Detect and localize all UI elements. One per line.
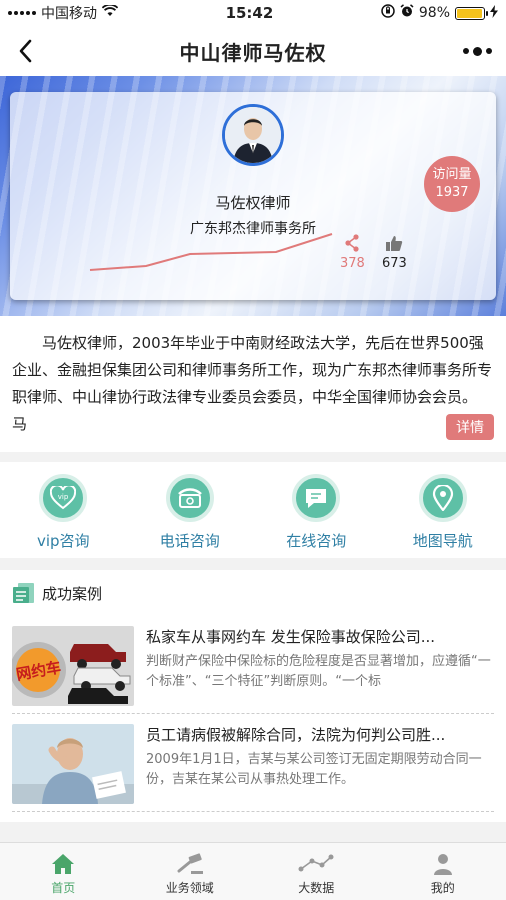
phone-icon [165, 474, 214, 522]
battery-percent: 98% [418, 5, 450, 21]
tab-mine[interactable]: 我的 [393, 843, 493, 900]
wifi-icon [101, 3, 119, 21]
chat-icon [292, 474, 341, 522]
tab-label: 业务领域 [165, 881, 214, 895]
case-title: 员工请病假被解除合同，法院为何判公司胜... [146, 726, 446, 744]
signal-icon [8, 11, 36, 15]
home-icon [52, 854, 75, 874]
section-header: 成功案例 [12, 570, 494, 616]
navigation-bar: 中山律师马佐权 [0, 26, 506, 76]
carrier-label: 中国移动 [41, 6, 97, 22]
user-icon [433, 854, 452, 875]
tab-label: 我的 [430, 881, 455, 895]
service-vip[interactable]: vip vip咨询 [8, 474, 118, 551]
back-button[interactable] [10, 36, 40, 66]
like-count: 673 [382, 256, 407, 271]
case-thumbnail: 网约车 [12, 626, 134, 706]
service-map[interactable]: 地图导航 [388, 474, 498, 551]
chevron-left-icon [19, 39, 32, 63]
vip-icon: vip [39, 474, 88, 522]
service-chat[interactable]: 在线咨询 [261, 474, 371, 551]
case-item[interactable]: 员工请病假被解除合同，法院为何判公司胜... 2009年1月1日，吉某与某公司签… [12, 714, 494, 812]
service-phone[interactable]: 电话咨询 [135, 474, 245, 551]
section-title: 成功案例 [42, 584, 103, 603]
tab-big-data[interactable]: 大数据 [266, 843, 366, 900]
like-stat[interactable]: 673 [382, 234, 407, 271]
success-cases: 成功案例 网约车 私家车从事网约车 发生保险事故保险公司... 判断财产保险中保… [0, 570, 506, 822]
service-label: vip咨询 [36, 532, 90, 550]
document-icon [13, 583, 34, 603]
status-bar: 中国移动 15:42 98% [0, 0, 506, 26]
avatar[interactable] [222, 104, 284, 166]
visit-count-value: 1937 [435, 185, 469, 200]
charging-icon [490, 4, 498, 22]
tab-business-areas[interactable]: 业务领域 [140, 843, 240, 900]
case-thumbnail [12, 724, 134, 804]
tab-label: 首页 [51, 881, 76, 895]
intro-text: 马佐权律师，2003年毕业于中南财经政法大学，先后在世界500强企业、金融担保集… [12, 334, 493, 433]
lawyer-intro: 马佐权律师，2003年毕业于中南财经政法大学，先后在世界500强企业、金融担保集… [0, 316, 506, 452]
profile-card: 马佐权律师 广东邦杰律师事务所 访问量 1937 378 673 [10, 92, 496, 300]
case-title: 私家车从事网约车 发生保险事故保险公司... [146, 628, 436, 646]
trend-line [89, 233, 333, 271]
gavel-icon [177, 853, 203, 874]
tab-label: 大数据 [298, 881, 335, 895]
visit-count-badge: 访问量 1937 [424, 156, 480, 212]
share-count: 378 [340, 256, 365, 271]
alarm-icon [400, 4, 414, 22]
battery-icon [455, 6, 488, 20]
map-pin-icon [418, 474, 467, 522]
tab-home[interactable]: 首页 [13, 843, 113, 900]
service-label: 在线咨询 [286, 532, 347, 550]
share-icon [345, 234, 360, 252]
svg-text:vip: vip [58, 493, 69, 501]
orientation-lock-icon [381, 4, 395, 22]
profile-banner: 马佐权律师 广东邦杰律师事务所 访问量 1937 378 673 [0, 76, 506, 316]
bottom-tab-bar: 首页 业务领域 大数据 我的 [0, 842, 506, 900]
service-shortcuts: vip vip咨询 电话咨询 在线咨询 地图导航 [0, 462, 506, 558]
service-label: 电话咨询 [159, 532, 220, 550]
share-stat[interactable]: 378 [340, 234, 365, 271]
visit-count-label: 访问量 [432, 167, 472, 182]
case-summary: 判断财产保险中保险标的危险程度是否显著增加，应遵循“一个标准”、“三个特征”判断… [146, 654, 491, 689]
clock: 15:42 [225, 4, 274, 22]
more-options-button[interactable] [463, 40, 492, 62]
graph-icon [298, 854, 334, 872]
detail-button[interactable]: 详情 [446, 414, 494, 440]
page-title: 中山律师马佐权 [179, 40, 327, 65]
case-summary: 2009年1月1日，吉某与某公司签订无固定期限劳动合同一份，吉某在某公司从事热处… [146, 752, 482, 787]
case-item[interactable]: 网约车 私家车从事网约车 发生保险事故保险公司... 判断财产保险中保险标的危险… [12, 616, 494, 714]
service-label: 地图导航 [412, 532, 473, 550]
thumbs-up-icon [386, 236, 403, 251]
